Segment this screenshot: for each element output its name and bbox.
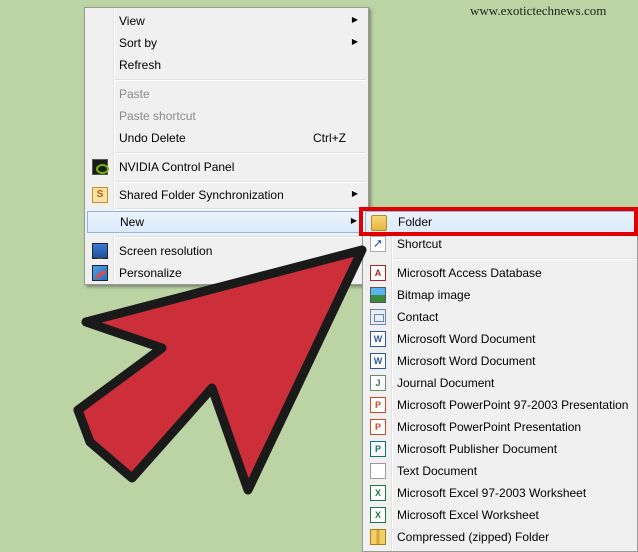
annotation-arrow-icon	[73, 245, 367, 495]
